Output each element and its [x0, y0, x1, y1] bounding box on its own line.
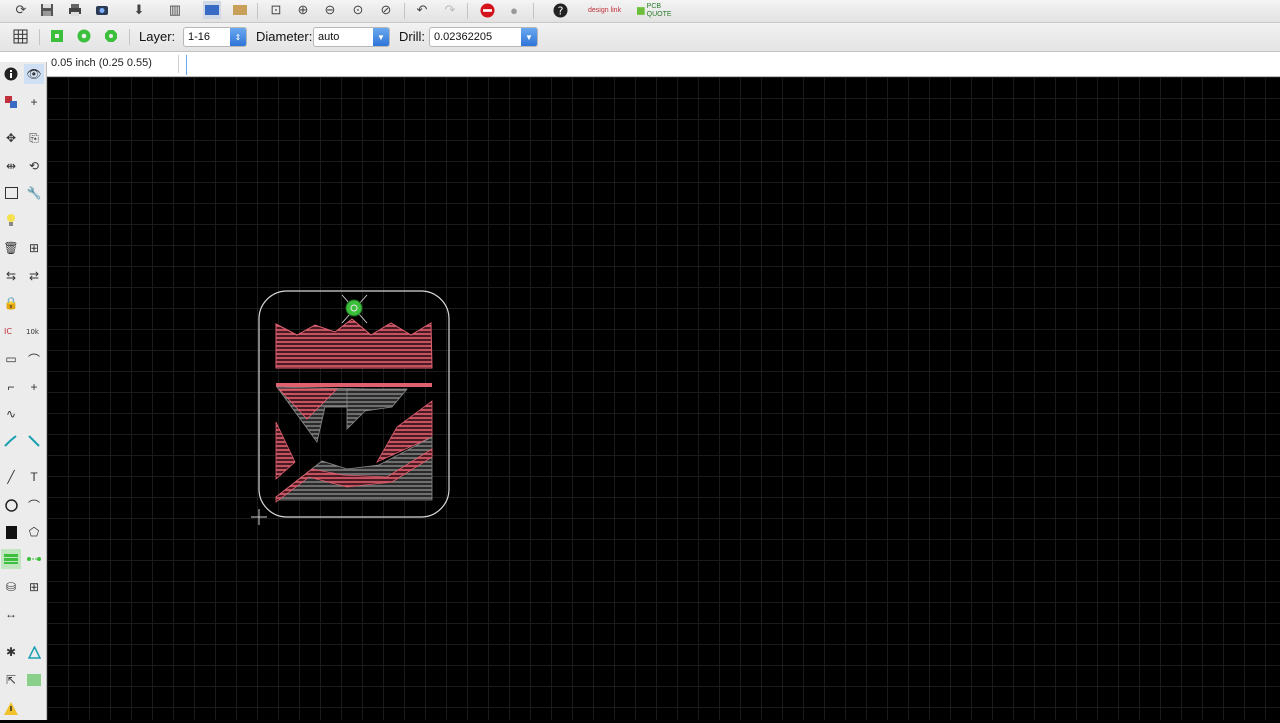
open-icon[interactable]: ⟳ [12, 1, 30, 19]
hole-icon[interactable]: ⛁ [1, 577, 21, 597]
board-canvas[interactable] [47, 77, 1280, 720]
lock-icon[interactable]: 🔒 [1, 293, 21, 313]
save-icon[interactable] [38, 1, 56, 19]
zoom-select-icon[interactable]: ⊘ [377, 1, 395, 19]
rotate-icon[interactable]: ⟲ [24, 156, 44, 176]
via-marker[interactable] [341, 294, 368, 324]
cam-processor-icon[interactable] [93, 1, 111, 19]
replace-icon[interactable]: ⇄ [24, 266, 44, 286]
add-icon[interactable]: ⊞ [24, 238, 44, 258]
diameter-value: auto [318, 31, 340, 43]
via-round-icon[interactable] [75, 27, 93, 45]
stepper-icon[interactable]: ⇕ [230, 28, 246, 46]
chevron-down-icon[interactable]: ▼ [521, 28, 537, 46]
via-octagon-icon[interactable] [102, 27, 120, 45]
group-icon[interactable] [1, 183, 21, 203]
svg-text:?: ? [557, 4, 563, 17]
route-icon[interactable]: + [24, 377, 44, 397]
autorouter-icon[interactable] [24, 431, 44, 451]
diameter-label: Diameter: [256, 29, 313, 44]
display-icon[interactable] [1, 92, 21, 112]
svg-text:IC: IC [4, 327, 12, 336]
ratsnest-icon[interactable]: ✱ [1, 642, 21, 662]
via-icon[interactable] [1, 549, 21, 569]
layer-label: Layer: [139, 29, 176, 44]
show-icon[interactable]: 👁 [24, 64, 44, 84]
command-sidebar: 👁 + ✥ ⎘ ⇹ ⟲ 🔧 🗑 ⊞ ⇆ ⇄ 🔒 IC 10k ▭ ⌒ ⌐ + ∿… [0, 62, 47, 720]
command-input[interactable] [186, 55, 1279, 75]
arc-icon[interactable]: ⌒ [24, 495, 44, 515]
zoom-in-icon[interactable]: ⊕ [294, 1, 312, 19]
auto-icon[interactable] [24, 642, 44, 662]
script-icon[interactable] [203, 1, 221, 19]
circle-icon[interactable] [1, 495, 21, 515]
pcb-quote-icon[interactable]: PCB QUOTE [637, 1, 673, 21]
parameter-toolbar: Layer: 1-16 ⇕ Diameter: auto ▼ Drill: 0.… [0, 23, 1280, 52]
command-bar: 0.05 inch (0.25 0.55) [0, 52, 1280, 77]
grid-icon[interactable] [11, 27, 29, 45]
redraw-icon[interactable]: ⊙ [349, 1, 367, 19]
dimension-icon[interactable]: ↔ [1, 604, 21, 624]
change-icon[interactable]: 🔧 [24, 183, 44, 203]
info-icon[interactable] [1, 64, 21, 84]
layer-select[interactable]: 1-16 ⇕ [183, 27, 247, 47]
text-icon[interactable]: T [24, 467, 44, 487]
paste-icon[interactable] [1, 210, 21, 230]
layer-value: 1-16 [188, 31, 211, 43]
help-icon[interactable]: ? [551, 1, 569, 19]
coordinate-readout: 0.05 inch (0.25 0.55) [51, 57, 152, 69]
split-icon[interactable]: ▭ [1, 349, 21, 369]
redo-icon[interactable]: ↷ [441, 1, 459, 19]
pinswap-icon[interactable]: ⇆ [1, 266, 21, 286]
red-left-sliver[interactable] [275, 421, 296, 480]
optimize-icon[interactable]: ⌐ [1, 377, 21, 397]
crosshair-cursor [251, 509, 267, 525]
zoom-fit-icon[interactable]: ⊡ [267, 1, 285, 19]
meander-icon[interactable]: ∿ [1, 404, 21, 424]
run-icon[interactable] [231, 1, 249, 19]
smash-icon[interactable]: IC [1, 321, 21, 341]
go-icon[interactable]: ● [505, 1, 523, 19]
wire-icon[interactable]: ╱ [1, 467, 21, 487]
drill-label: Drill: [399, 29, 425, 44]
mark-icon[interactable]: + [24, 92, 44, 112]
chevron-down-icon[interactable]: ▼ [373, 28, 389, 46]
polygon-icon[interactable]: ⬠ [24, 522, 44, 542]
delete-icon[interactable]: 🗑 [1, 238, 21, 258]
via-square-icon[interactable] [48, 27, 66, 45]
use-icon[interactable]: ⬇ [130, 1, 148, 19]
board-icon[interactable]: ▥ [166, 1, 184, 19]
drill-select[interactable]: 0.02362205 ▼ [429, 27, 538, 47]
move-icon[interactable]: ✥ [1, 128, 21, 148]
attribute-icon[interactable]: ⊞ [24, 577, 44, 597]
mirror-icon[interactable]: ⇹ [1, 156, 21, 176]
upper-band[interactable] [276, 383, 432, 387]
stop-icon[interactable] [478, 1, 496, 19]
undo-icon[interactable]: ↶ [413, 1, 431, 19]
board-drawing [251, 290, 450, 525]
miter-icon[interactable]: ⌒ [24, 349, 44, 369]
signal-icon[interactable] [24, 549, 44, 569]
errors-icon[interactable] [1, 698, 21, 718]
designlink-icon[interactable]: design link [588, 1, 624, 21]
diameter-select[interactable]: auto ▼ [313, 27, 390, 47]
copy-icon[interactable]: ⎘ [24, 128, 44, 148]
zoom-out-icon[interactable]: ⊖ [321, 1, 339, 19]
main-toolbar: ⟳ ⬇ ▥ ⊡ ⊕ ⊖ ⊙ ⊘ ↶ ↷ ● ? design link PCB … [0, 0, 1280, 23]
crown-shape[interactable] [275, 318, 433, 369]
rect-icon[interactable] [1, 522, 21, 542]
erc-icon[interactable]: ⇱ [1, 670, 21, 690]
grey-upper-mid[interactable] [346, 388, 408, 430]
svg-text:10k: 10k [26, 328, 40, 336]
value-icon[interactable]: 10k [24, 321, 44, 341]
print-icon[interactable] [66, 1, 84, 19]
ripup-icon[interactable] [1, 431, 21, 451]
drc-icon[interactable] [24, 670, 44, 690]
drill-value: 0.02362205 [434, 31, 493, 43]
